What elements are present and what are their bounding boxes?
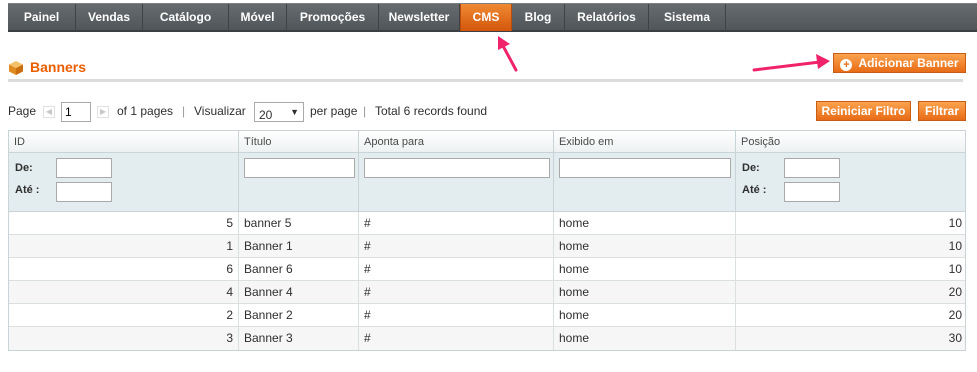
filter-button[interactable]: Filtrar [918, 101, 966, 121]
nav-item-catalogo[interactable]: Catálogo [143, 4, 229, 31]
cell-id: 2 [9, 304, 239, 327]
of-pages-text: of 1 pages [117, 104, 174, 118]
prev-page-icon[interactable]: ◀ [43, 106, 55, 118]
cell-shown-in: home [554, 258, 736, 281]
cell-position: 20 [948, 308, 962, 322]
cell-shown-in: home [554, 235, 736, 258]
filter-position: De: Até : [736, 153, 967, 212]
nav-item-cms[interactable]: CMS [460, 4, 512, 31]
cell-target: # [359, 281, 554, 304]
cell-shown-in: home [554, 304, 736, 327]
pager-separator: | [363, 104, 367, 118]
page-number-input[interactable] [61, 102, 91, 122]
banners-grid: ID Título Aponta para Exibido em Posição… [8, 130, 966, 351]
cell-position: 20 [948, 285, 962, 299]
position-to-input[interactable] [784, 182, 840, 202]
cell-target: # [359, 304, 554, 327]
nav-item-painel[interactable]: Painel [8, 4, 76, 31]
column-header-title[interactable]: Título [239, 131, 359, 153]
cell-position: 10 [948, 216, 962, 230]
title-filter-input[interactable] [244, 158, 355, 178]
total-records: Total 6 records found [375, 104, 488, 118]
annotation-arrow-cms [498, 36, 518, 72]
nav-item-relatorios[interactable]: Relatórios [565, 4, 649, 31]
id-to-input[interactable] [56, 182, 112, 202]
cell-title: Banner 6 [239, 258, 359, 281]
column-header-shown-in[interactable]: Exibido em [554, 131, 736, 153]
per-page-select[interactable]: 20 ▼ [254, 102, 304, 122]
table-row[interactable]: 4 Banner 4 # home 20 [9, 281, 965, 304]
id-from-input[interactable] [56, 158, 112, 178]
cell-target: # [359, 235, 554, 258]
table-row[interactable]: 3 Banner 3 # home 30 [9, 327, 965, 350]
cell-target: # [359, 258, 554, 281]
chevron-down-icon: ▼ [290, 107, 299, 117]
filter-to-label: Até : [15, 184, 40, 196]
cell-title: Banner 4 [239, 281, 359, 304]
page-title: Banners [30, 59, 87, 75]
cell-id: 3 [9, 327, 239, 350]
position-from-input[interactable] [784, 158, 840, 178]
target-filter-input[interactable] [364, 158, 550, 178]
annotation-arrow-add [752, 54, 830, 72]
nav-item-newsletter[interactable]: Newsletter [379, 4, 460, 31]
per-page-label: per page [310, 104, 358, 118]
cell-id: 1 [9, 235, 239, 258]
add-banner-label: Adicionar Banner [858, 56, 959, 70]
filter-from-label: De: [15, 162, 33, 174]
column-header-id[interactable]: ID [9, 131, 239, 153]
title-divider [8, 79, 963, 82]
column-header-target[interactable]: Aponta para [359, 131, 554, 153]
add-banner-button[interactable]: + Adicionar Banner [833, 53, 966, 73]
filter-id: De: Até : [9, 153, 239, 212]
shown-in-filter-input[interactable] [559, 158, 731, 178]
page-label: Page [8, 104, 37, 118]
cell-position: 10 [948, 239, 962, 253]
table-row[interactable]: 1 Banner 1 # home 10 [9, 235, 965, 258]
cell-title: banner 5 [239, 212, 359, 235]
cell-title: Banner 2 [239, 304, 359, 327]
nav-item-vendas[interactable]: Vendas [76, 4, 143, 31]
cell-position: 10 [948, 262, 962, 276]
plus-circle-icon: + [840, 59, 853, 71]
filter-row: De: Até : De: Até : [9, 153, 965, 212]
per-page-value: 20 [259, 108, 273, 122]
table-row[interactable]: 2 Banner 2 # home 20 [9, 304, 965, 327]
nav-item-promocoes[interactable]: Promoções [287, 4, 379, 31]
pager-separator: | [182, 104, 186, 118]
filter-title [239, 153, 359, 212]
cell-target: # [359, 327, 554, 350]
nav-item-sistema[interactable]: Sistema [649, 4, 726, 31]
cell-position: 30 [948, 331, 962, 345]
cell-title: Banner 1 [239, 235, 359, 258]
table-row[interactable]: 5 banner 5 # home 10 [9, 212, 965, 235]
main-nav: Painel Vendas Catálogo Móvel Promoções N… [8, 3, 977, 32]
next-page-icon[interactable]: ▶ [97, 106, 109, 118]
column-header-position[interactable]: Posição [736, 131, 967, 153]
cell-shown-in: home [554, 212, 736, 235]
cell-id: 6 [9, 258, 239, 281]
grid-header: ID Título Aponta para Exibido em Posição [9, 131, 965, 153]
cell-target: # [359, 212, 554, 235]
filter-to-label: Até : [742, 184, 767, 196]
filter-shown-in [554, 153, 736, 212]
cell-id: 4 [9, 281, 239, 304]
cell-id: 5 [9, 212, 239, 235]
view-label: Visualizar [194, 104, 246, 118]
reset-filter-button[interactable]: Reiniciar Filtro [816, 101, 911, 121]
nav-item-movel[interactable]: Móvel [229, 4, 287, 31]
table-row[interactable]: 6 Banner 6 # home 10 [9, 258, 965, 281]
filter-target [359, 153, 554, 212]
cell-shown-in: home [554, 281, 736, 304]
nav-item-blog[interactable]: Blog [512, 4, 565, 31]
filter-from-label: De: [742, 162, 760, 174]
cell-shown-in: home [554, 327, 736, 350]
cube-icon [9, 61, 23, 75]
cell-title: Banner 3 [239, 327, 359, 350]
